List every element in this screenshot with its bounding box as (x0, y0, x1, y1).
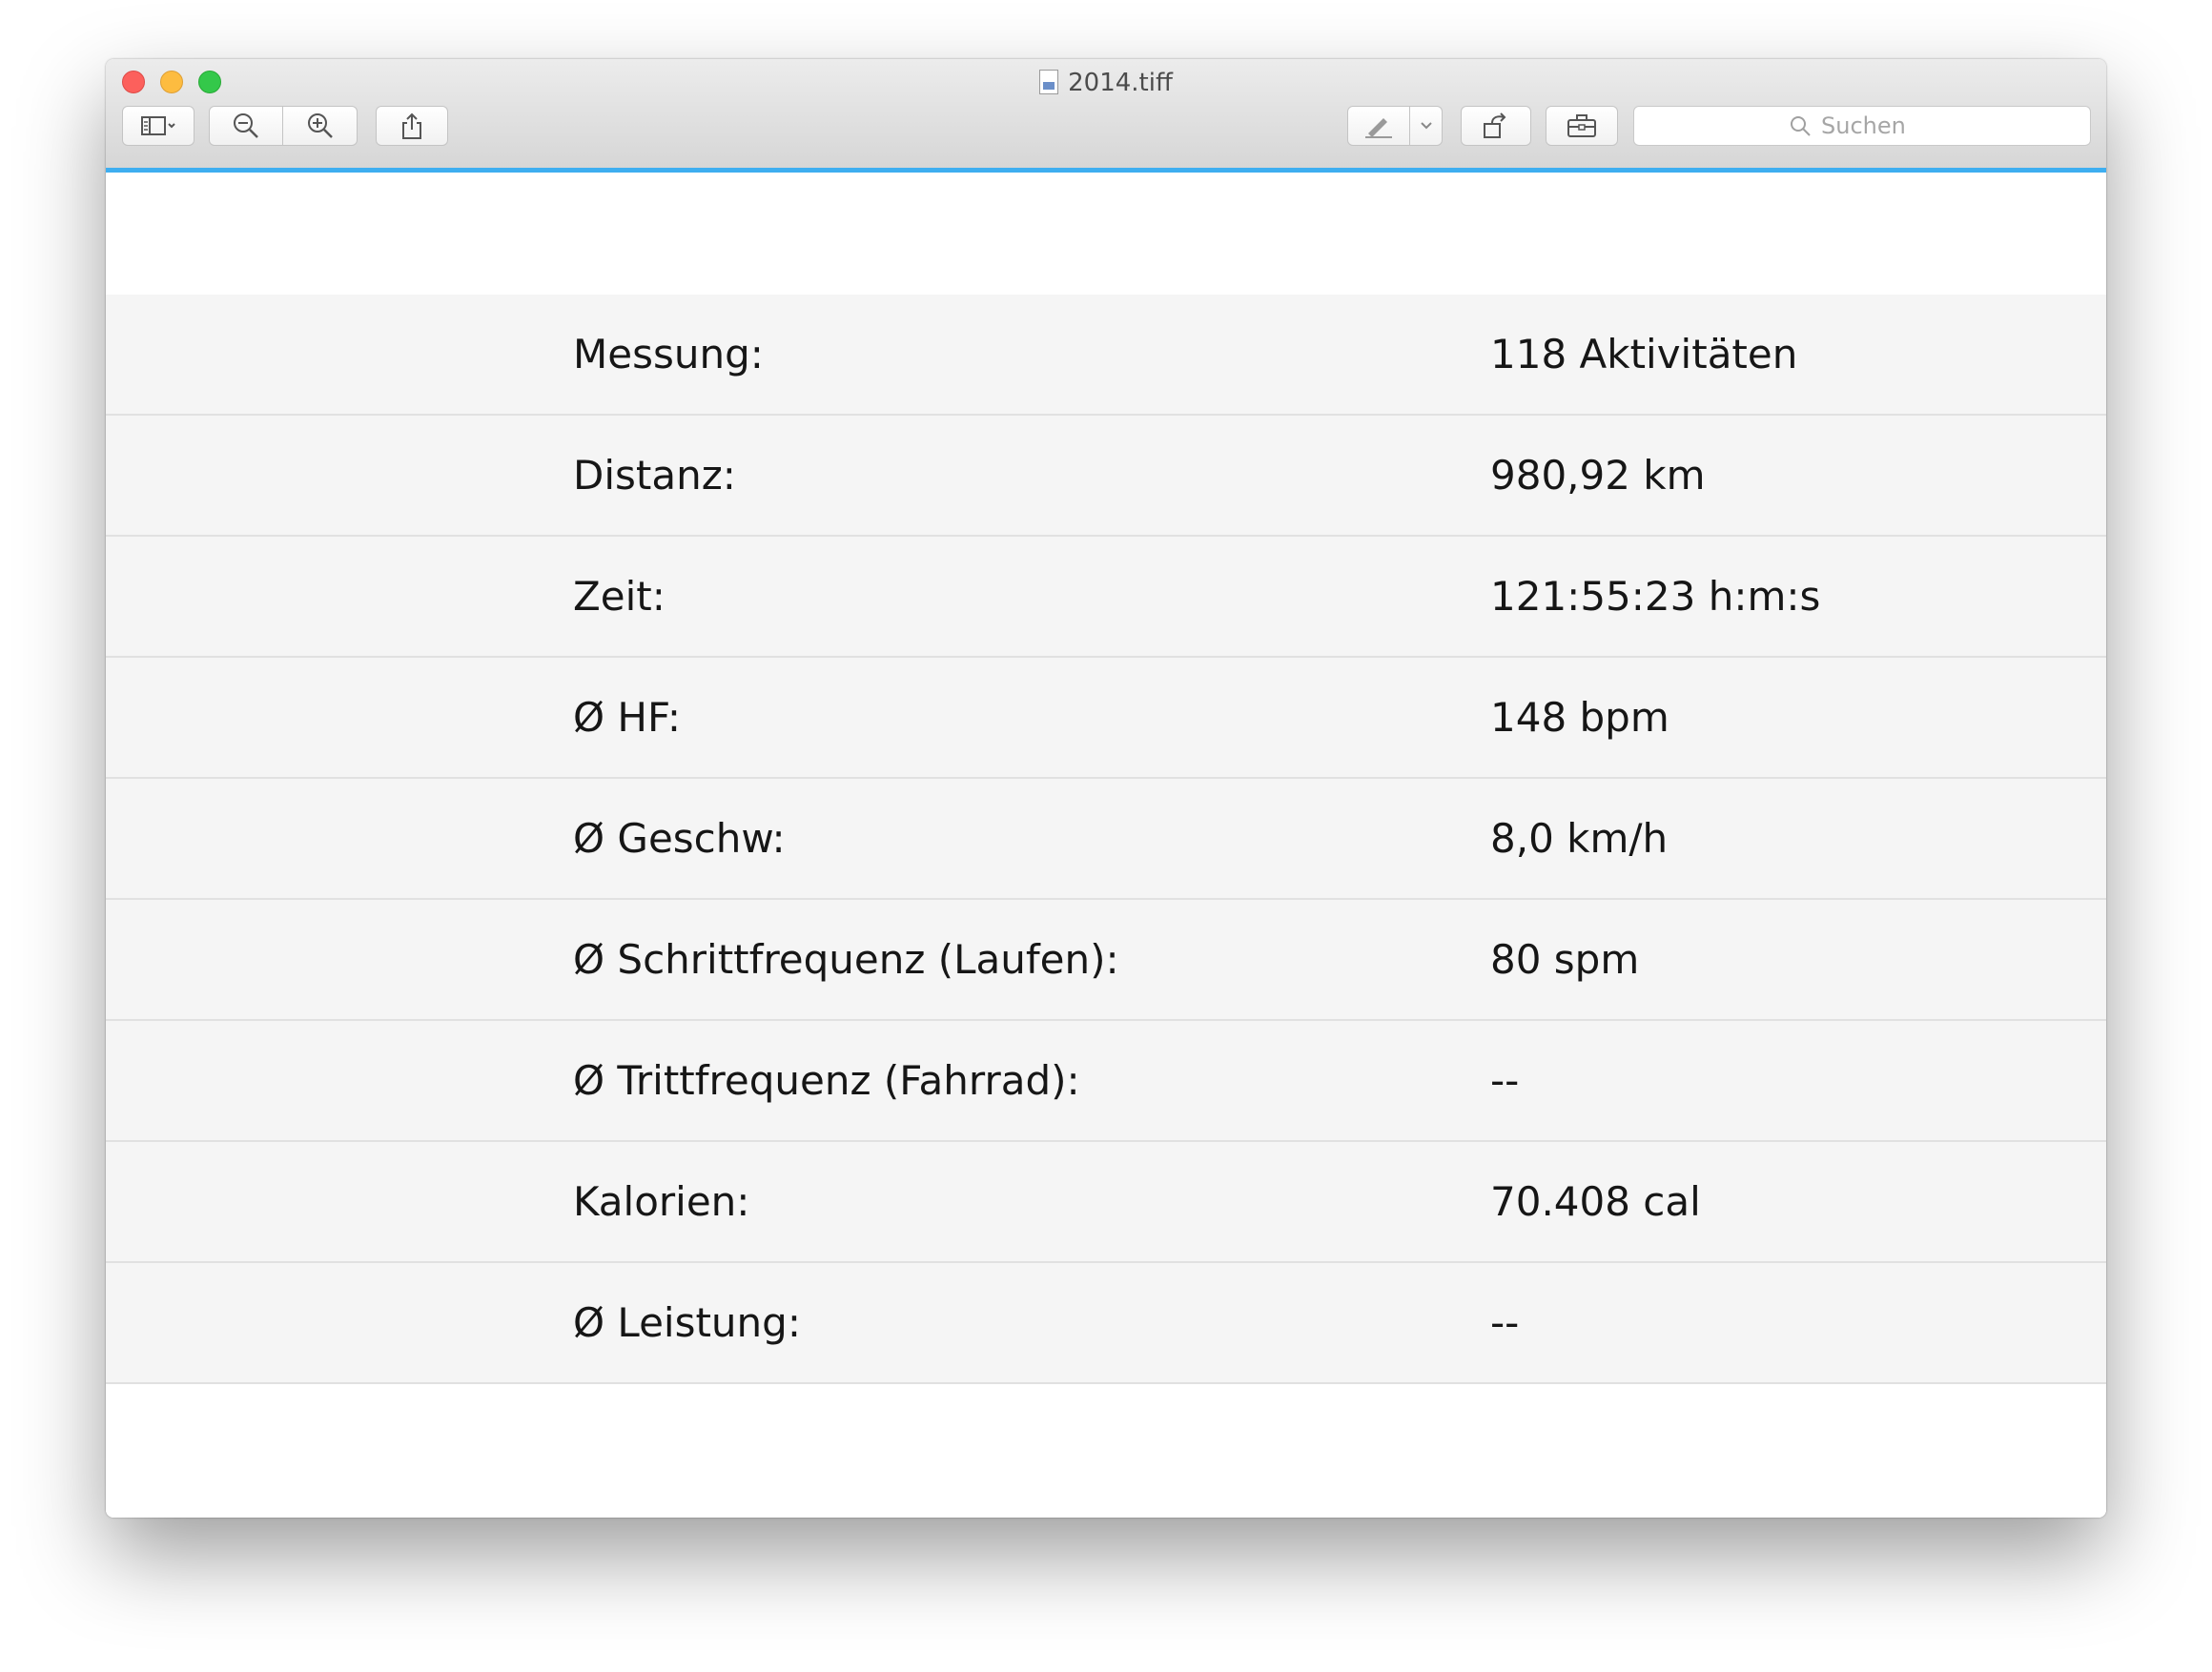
stat-value: 980,92 km (1490, 452, 1706, 499)
chevron-down-icon (1420, 122, 1432, 130)
stat-label: Kalorien: (573, 1178, 750, 1225)
document-view[interactable]: Messung: 118 Aktivitäten Distanz: 980,92… (106, 173, 2106, 1518)
window-title: 2014.tiff (1068, 69, 1173, 97)
stat-value: 118 Aktivitäten (1490, 331, 1798, 377)
stat-label: Zeit: (573, 573, 666, 620)
toolbox-button[interactable] (1546, 106, 1618, 146)
stat-label: Ø HF: (573, 694, 682, 741)
stat-label: Ø Leistung: (573, 1299, 801, 1346)
rotate-icon (1484, 112, 1506, 138)
markup-button[interactable] (1347, 106, 1410, 146)
title-bar: 2014.tiff (106, 59, 2106, 173)
table-row: Ø Leistung: -- (106, 1263, 2106, 1384)
document-icon (1039, 70, 1059, 94)
search-input[interactable] (1821, 112, 1936, 139)
rotate-button[interactable] (1461, 106, 1531, 146)
table-row: Zeit: 121:55:23 h:m:s (106, 537, 2106, 658)
stat-label: Messung: (573, 331, 764, 377)
stat-label: Ø Trittfrequenz (Fahrrad): (573, 1057, 1080, 1104)
table-row: Messung: 118 Aktivitäten (106, 295, 2106, 416)
stat-value: 70.408 cal (1490, 1178, 1701, 1225)
preview-window: 2014.tiff Suchen Messung: 118 Aktivitäte… (106, 59, 2106, 1518)
table-row: Distanz: 980,92 km (106, 416, 2106, 537)
table-row: Ø Trittfrequenz (Fahrrad): -- (106, 1021, 2106, 1142)
share-button[interactable] (376, 106, 448, 146)
zoom-out-icon (234, 113, 258, 138)
table-row: Ø Geschw: 8,0 km/h (106, 779, 2106, 900)
stat-value: 80 spm (1490, 936, 1640, 983)
zoom-out-button[interactable] (209, 106, 283, 146)
sidebar-toggle-button[interactable] (122, 106, 195, 146)
stat-value: 148 bpm (1490, 694, 1669, 741)
sidebar-icon (141, 116, 175, 135)
zoom-in-icon (307, 113, 333, 138)
stat-value: -- (1490, 1057, 1520, 1104)
stat-label: Ø Schrittfrequenz (Laufen): (573, 936, 1119, 983)
stat-label: Ø Geschw: (573, 815, 786, 862)
stat-value: -- (1490, 1299, 1520, 1346)
toolbox-icon (1567, 114, 1596, 137)
share-icon (402, 112, 421, 139)
window-title-area: 2014.tiff (106, 67, 2106, 99)
zoom-in-button[interactable] (283, 106, 358, 146)
stat-label: Distanz: (573, 452, 736, 499)
markup-menu-button[interactable] (1410, 106, 1443, 146)
table-row: Ø Schrittfrequenz (Laufen): 80 spm (106, 900, 2106, 1021)
table-row: Ø HF: 148 bpm (106, 658, 2106, 779)
search-icon (1789, 114, 1812, 137)
table-row: Kalorien: 70.408 cal (106, 1142, 2106, 1263)
stats-table: Messung: 118 Aktivitäten Distanz: 980,92… (106, 295, 2106, 1384)
pen-icon (1365, 118, 1392, 138)
stat-value: 8,0 km/h (1490, 815, 1669, 862)
search-field[interactable] (1633, 106, 2091, 146)
stat-value: 121:55:23 h:m:s (1490, 573, 1821, 620)
